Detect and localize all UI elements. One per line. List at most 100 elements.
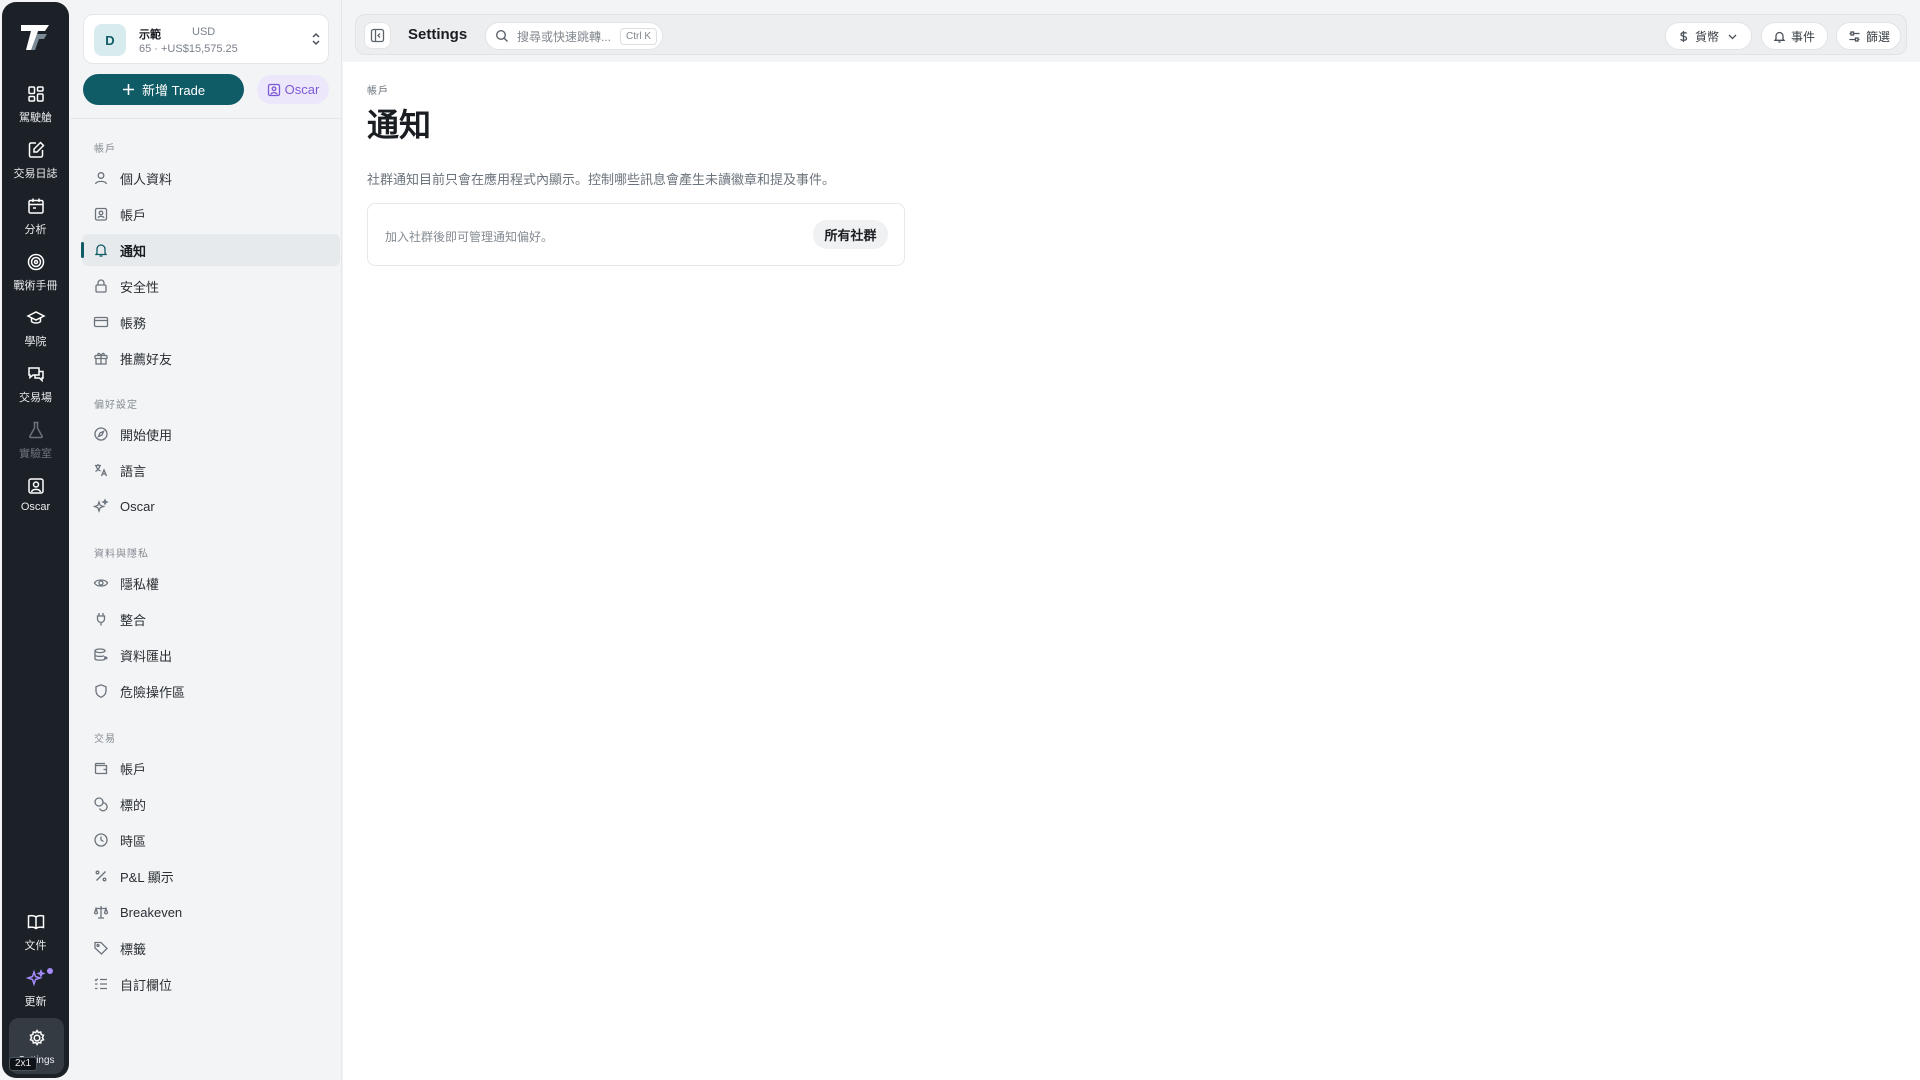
percent-icon bbox=[93, 868, 109, 884]
new-trade-button[interactable]: 新增 Trade bbox=[83, 74, 244, 105]
all-communities-button[interactable]: 所有社群 bbox=[813, 220, 888, 249]
section-label-data-privacy: 資料與隱私 bbox=[94, 549, 149, 560]
oscar-label: Oscar bbox=[284, 82, 320, 97]
assistant-icon bbox=[267, 83, 281, 97]
account-switcher[interactable]: D 示範 USD 65 · +US$15,575.25 bbox=[83, 14, 329, 64]
nav-item-billing[interactable]: 帳務 bbox=[82, 306, 340, 338]
rail-item-updates[interactable]: 更新 bbox=[6, 964, 65, 1016]
rail-item-oscar[interactable]: Oscar bbox=[6, 472, 65, 524]
rail-item-academy[interactable]: 學院 bbox=[6, 304, 65, 356]
gift-icon bbox=[93, 350, 109, 366]
sparkles-icon bbox=[93, 498, 109, 514]
rail-item-lab[interactable]: 實驗室 bbox=[6, 416, 65, 468]
nav-item-integrations[interactable]: 整合 bbox=[82, 603, 340, 635]
sparkles-icon bbox=[25, 968, 46, 988]
account-currency: USD bbox=[192, 26, 216, 38]
assistant-icon bbox=[26, 476, 46, 496]
rail-item-docs[interactable]: 文件 bbox=[6, 908, 65, 960]
database-export-icon bbox=[93, 647, 109, 663]
nav-item-danger-zone[interactable]: 危險操作區 bbox=[82, 675, 340, 707]
nav-label: 標籤 bbox=[120, 941, 147, 957]
rail-label: 戰術手冊 bbox=[13, 280, 58, 292]
new-updates-dot bbox=[47, 968, 53, 974]
nav-item-oscar-prefs[interactable]: Oscar bbox=[82, 490, 340, 522]
wallet-icon bbox=[93, 760, 109, 776]
nav-item-privacy[interactable]: 隱私權 bbox=[82, 567, 340, 599]
nav-label: P&L 顯示 bbox=[120, 869, 174, 885]
nav-label: 隱私權 bbox=[120, 576, 160, 592]
nav-label: 推薦好友 bbox=[120, 351, 173, 367]
user-icon bbox=[93, 170, 109, 186]
nav-item-data-export[interactable]: 資料匯出 bbox=[82, 639, 340, 671]
book-open-icon bbox=[26, 912, 46, 932]
credit-card-icon bbox=[93, 314, 109, 330]
rail-label: 文件 bbox=[24, 940, 47, 952]
oscar-button[interactable]: Oscar bbox=[257, 75, 329, 104]
top-bar: Settings 搜尋或快速跳轉... Ctrl K 貨幣 事件 篩選 bbox=[355, 14, 1907, 55]
bell-icon bbox=[1773, 30, 1786, 43]
sidebar-toggle-button[interactable] bbox=[364, 22, 391, 49]
rail-item-journal[interactable]: 交易日誌 bbox=[6, 136, 65, 188]
page-description: 社群通知目前只會在應用程式內顯示。控制哪些訊息會產生未讀徽章和提及事件。 bbox=[367, 172, 836, 187]
search-input[interactable]: 搜尋或快速跳轉... Ctrl K bbox=[485, 22, 663, 50]
main-content: 帳戶 通知 社群通知目前只會在應用程式內顯示。控制哪些訊息會產生未讀徽章和提及事… bbox=[343, 62, 1920, 1080]
calendar-icon bbox=[26, 196, 46, 216]
nav-label: 帳務 bbox=[120, 315, 147, 331]
rail-item-cockpit[interactable]: 駕駛艙 bbox=[6, 80, 65, 132]
account-balance: 65 · +US$15,575.25 bbox=[139, 43, 238, 55]
search-icon bbox=[495, 29, 509, 43]
nav-item-notifications[interactable]: 通知 bbox=[81, 234, 340, 266]
shield-icon bbox=[93, 683, 109, 699]
nav-item-profile[interactable]: 個人資料 bbox=[82, 162, 340, 194]
app-logo[interactable] bbox=[18, 20, 52, 54]
nav-item-account[interactable]: 帳戶 bbox=[82, 198, 340, 230]
nav-label: 通知 bbox=[120, 243, 147, 259]
app-rail: 駕駛艙 交易日誌 分析 戰術手冊 學院 交易場 實驗室 Oscar 文件 更新 bbox=[2, 2, 69, 1078]
nav-item-trading-accounts[interactable]: 帳戶 bbox=[82, 752, 340, 784]
events-button[interactable]: 事件 bbox=[1761, 22, 1828, 50]
rail-label: 更新 bbox=[24, 996, 47, 1008]
eye-icon bbox=[93, 575, 109, 591]
rail-item-playbook[interactable]: 戰術手冊 bbox=[6, 248, 65, 300]
nav-item-tags[interactable]: 標籤 bbox=[82, 932, 340, 964]
plus-icon bbox=[122, 83, 135, 96]
zoom-badge: 2x1 bbox=[9, 1057, 38, 1071]
nav-item-timezone[interactable]: 時區 bbox=[82, 824, 340, 856]
nav-item-instruments[interactable]: 標的 bbox=[82, 788, 340, 820]
scale-icon bbox=[93, 904, 109, 920]
currency-label: 貨幣 bbox=[1695, 29, 1720, 44]
nav-label: 時區 bbox=[120, 833, 147, 849]
nav-label: 標的 bbox=[120, 797, 147, 813]
nav-item-security[interactable]: 安全性 bbox=[82, 270, 340, 302]
target-icon bbox=[26, 252, 46, 272]
nav-label: 帳戶 bbox=[120, 761, 147, 777]
journal-edit-icon bbox=[26, 140, 46, 160]
nav-label: 整合 bbox=[120, 612, 147, 628]
translate-icon bbox=[93, 462, 109, 478]
nav-label: 語言 bbox=[120, 463, 147, 479]
nav-label: 個人資料 bbox=[120, 171, 173, 187]
new-trade-label: 新增 Trade bbox=[141, 83, 206, 98]
nav-label: 自訂欄位 bbox=[120, 977, 173, 993]
divider bbox=[70, 118, 342, 119]
nav-item-getting-started[interactable]: 開始使用 bbox=[82, 418, 340, 450]
rail-item-analytics[interactable]: 分析 bbox=[6, 192, 65, 244]
gear-icon bbox=[27, 1028, 47, 1048]
nav-label: 危險操作區 bbox=[120, 684, 186, 700]
filter-button[interactable]: 篩選 bbox=[1836, 22, 1901, 50]
nav-item-custom-fields[interactable]: 自訂欄位 bbox=[82, 968, 340, 1000]
nav-item-breakeven[interactable]: Breakeven bbox=[82, 896, 340, 928]
rail-label: 交易場 bbox=[19, 392, 52, 404]
nav-item-language[interactable]: 語言 bbox=[82, 454, 340, 486]
chevrons-up-down-icon bbox=[309, 31, 323, 47]
flask-icon bbox=[26, 420, 46, 440]
currency-dropdown[interactable]: 貨幣 bbox=[1665, 22, 1752, 50]
nav-label: 開始使用 bbox=[120, 427, 173, 443]
nav-item-referrals[interactable]: 推薦好友 bbox=[82, 342, 340, 374]
nav-item-pnl-display[interactable]: P&L 顯示 bbox=[82, 860, 340, 892]
plug-icon bbox=[93, 611, 109, 627]
panel-left-icon bbox=[370, 28, 385, 43]
account-name: 示範 bbox=[139, 29, 161, 41]
breadcrumb[interactable]: 帳戶 bbox=[367, 82, 389, 97]
rail-item-trading-floor[interactable]: 交易場 bbox=[6, 360, 65, 412]
